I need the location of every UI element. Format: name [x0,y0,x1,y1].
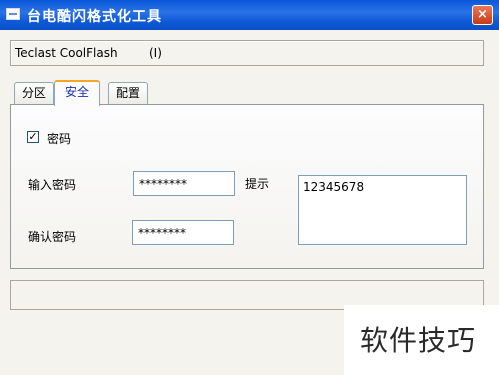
device-name: Teclast CoolFlash [15,46,118,60]
hint-textarea[interactable]: 12345678 [298,175,467,245]
app-icon [6,8,20,20]
tab-config[interactable]: 配置 [108,82,148,104]
enter-password-input[interactable]: ******** [133,171,235,196]
watermark: 软件技巧 [344,305,499,375]
tab-partition[interactable]: 分区 [14,82,54,104]
device-code: (I) [149,46,162,60]
device-info-field: Teclast CoolFlash (I) [10,40,484,66]
password-checkbox-label: 密码 [47,132,72,146]
tab-security[interactable]: 安全 [54,80,100,106]
hint-label: 提示 [245,177,270,191]
confirm-password-input[interactable]: ******** [132,220,234,245]
enter-password-label: 输入密码 [28,178,77,192]
password-checkbox[interactable]: ✓ [27,131,39,143]
window-title: 台电酷闪格式化工具 [27,9,162,25]
close-button[interactable]: × [472,5,493,25]
watermark-text: 软件技巧 [360,324,477,357]
confirm-password-label: 确认密码 [28,230,77,244]
title-bar: 台电酷闪格式化工具 × [0,0,499,30]
